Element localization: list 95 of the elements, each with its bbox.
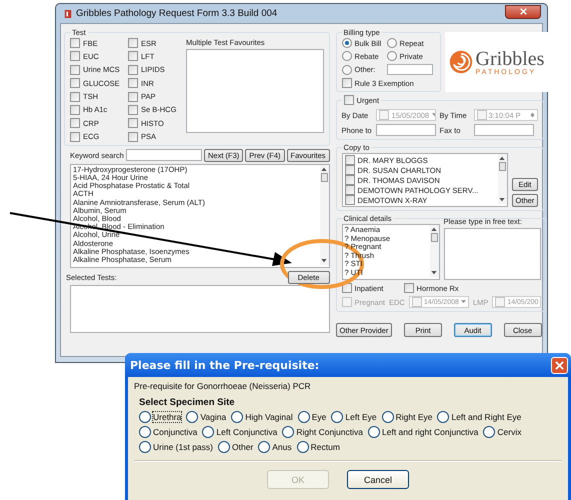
cancel-button[interactable]: Cancel — [347, 470, 409, 489]
radio-label: Other — [232, 442, 254, 452]
dialog-title: Please fill in the Pre-requisite: — [130, 358, 320, 372]
scroll-thumb[interactable] — [498, 162, 506, 171]
scroll-thumb[interactable] — [320, 172, 328, 182]
radio-button[interactable] — [218, 441, 230, 453]
radio-button[interactable] — [139, 411, 151, 423]
spin-up-icon[interactable] — [530, 112, 535, 115]
prompt-text: Pre-requisite for Gonorrhoeae (Neisseria) PCR — [134, 381, 312, 391]
radio-button[interactable] — [296, 441, 309, 453]
radio-button[interactable] — [437, 411, 450, 423]
radio-button[interactable] — [202, 426, 214, 438]
radio-button[interactable] — [139, 441, 151, 453]
checkbox[interactable] — [128, 92, 138, 102]
radio-button[interactable] — [298, 411, 310, 423]
checkbox[interactable] — [70, 104, 80, 115]
checkbox[interactable] — [128, 64, 138, 75]
free-text-field[interactable] — [444, 228, 542, 280]
checkbox[interactable] — [70, 118, 80, 128]
radio-button[interactable] — [382, 411, 394, 423]
favourites-list[interactable] — [186, 49, 324, 133]
radio-label: Right Eye — [396, 412, 432, 422]
checkbox[interactable] — [128, 118, 138, 128]
radio-label: Left Conjunctiva — [216, 427, 278, 437]
checkbox[interactable] — [404, 283, 414, 293]
radio-label: Left Eye — [345, 412, 377, 422]
radio-label: Left and right Conjunctiva — [382, 427, 478, 437]
selected-tests-list[interactable] — [70, 284, 330, 333]
logo-name: Gribbles — [476, 48, 544, 68]
checkbox[interactable] — [128, 51, 138, 62]
radio-button[interactable] — [342, 38, 352, 48]
radio-button[interactable] — [231, 411, 244, 423]
dropdown-arrow-icon[interactable] — [460, 300, 466, 304]
checkbox[interactable] — [70, 38, 80, 48]
other-billing-field[interactable] — [386, 64, 433, 75]
radio-button[interactable] — [186, 411, 198, 423]
radio-label: Cervix — [497, 427, 522, 437]
checkbox[interactable] — [412, 297, 422, 307]
scroll-down-icon[interactable] — [499, 198, 506, 202]
radio-label: Urethra — [153, 412, 182, 422]
checkbox[interactable] — [70, 51, 80, 62]
checkbox[interactable] — [128, 104, 138, 115]
radio-button[interactable] — [139, 426, 151, 438]
scroll-down-icon[interactable] — [431, 271, 438, 275]
radio-button[interactable] — [342, 64, 352, 74]
radio-label: Eye — [312, 412, 326, 422]
spin-down-icon[interactable] — [530, 115, 535, 118]
radio-button[interactable] — [258, 441, 270, 453]
checkbox[interactable] — [344, 175, 355, 185]
scrollbar[interactable] — [320, 164, 329, 265]
checkbox[interactable] — [344, 95, 354, 105]
checkbox[interactable] — [70, 78, 80, 88]
checkbox[interactable] — [344, 155, 355, 165]
scroll-up-icon[interactable] — [431, 227, 438, 231]
phone-field[interactable] — [376, 124, 436, 136]
radio-button[interactable] — [386, 38, 397, 48]
radio-button[interactable] — [282, 426, 294, 438]
checkbox[interactable] — [342, 78, 352, 88]
window-title: Gribbles Pathology Request Form 3.3 Build 004 — [76, 8, 278, 19]
checkbox[interactable] — [495, 297, 506, 307]
app-icon — [64, 8, 72, 18]
scrollbar[interactable] — [430, 225, 439, 277]
radio-label: Vagina — [200, 412, 226, 422]
radio-label: High Vaginal — [245, 412, 293, 422]
checkbox[interactable] — [128, 78, 138, 88]
checkbox[interactable] — [128, 132, 138, 142]
scroll-thumb[interactable] — [430, 233, 438, 242]
radio-label: Right Conjunctiva — [296, 427, 363, 437]
close-icon — [520, 8, 526, 15]
swirl-icon — [448, 50, 473, 74]
fax-field[interactable] — [474, 124, 534, 136]
radio-button[interactable] — [331, 411, 344, 423]
checkbox[interactable] — [70, 132, 80, 142]
radio-label: Conjunctiva — [153, 427, 198, 437]
scrollbar[interactable] — [498, 154, 507, 204]
radio-button[interactable] — [386, 51, 397, 61]
scroll-up-icon[interactable] — [499, 156, 506, 160]
close-button[interactable] — [505, 4, 541, 18]
radio-label: Urine (1st pass) — [153, 442, 213, 452]
radio-label: Left and Right Eye — [451, 412, 522, 422]
keyword-search-field[interactable] — [126, 149, 202, 162]
scroll-down-icon[interactable] — [321, 258, 328, 263]
checkbox[interactable] — [344, 165, 355, 175]
radio-label: Anus — [272, 442, 292, 452]
radio-label: Rectum — [310, 442, 340, 452]
checkbox[interactable] — [344, 195, 355, 205]
radio-button[interactable] — [368, 426, 380, 438]
radio-button[interactable] — [342, 51, 352, 61]
radio-button[interactable] — [483, 426, 496, 438]
checkbox[interactable] — [128, 38, 138, 48]
close-icon — [555, 360, 564, 370]
checkbox[interactable] — [344, 185, 355, 195]
checkbox[interactable] — [70, 92, 80, 102]
section-heading: Select Specimen Site — [139, 397, 236, 408]
checkbox[interactable] — [70, 64, 80, 75]
